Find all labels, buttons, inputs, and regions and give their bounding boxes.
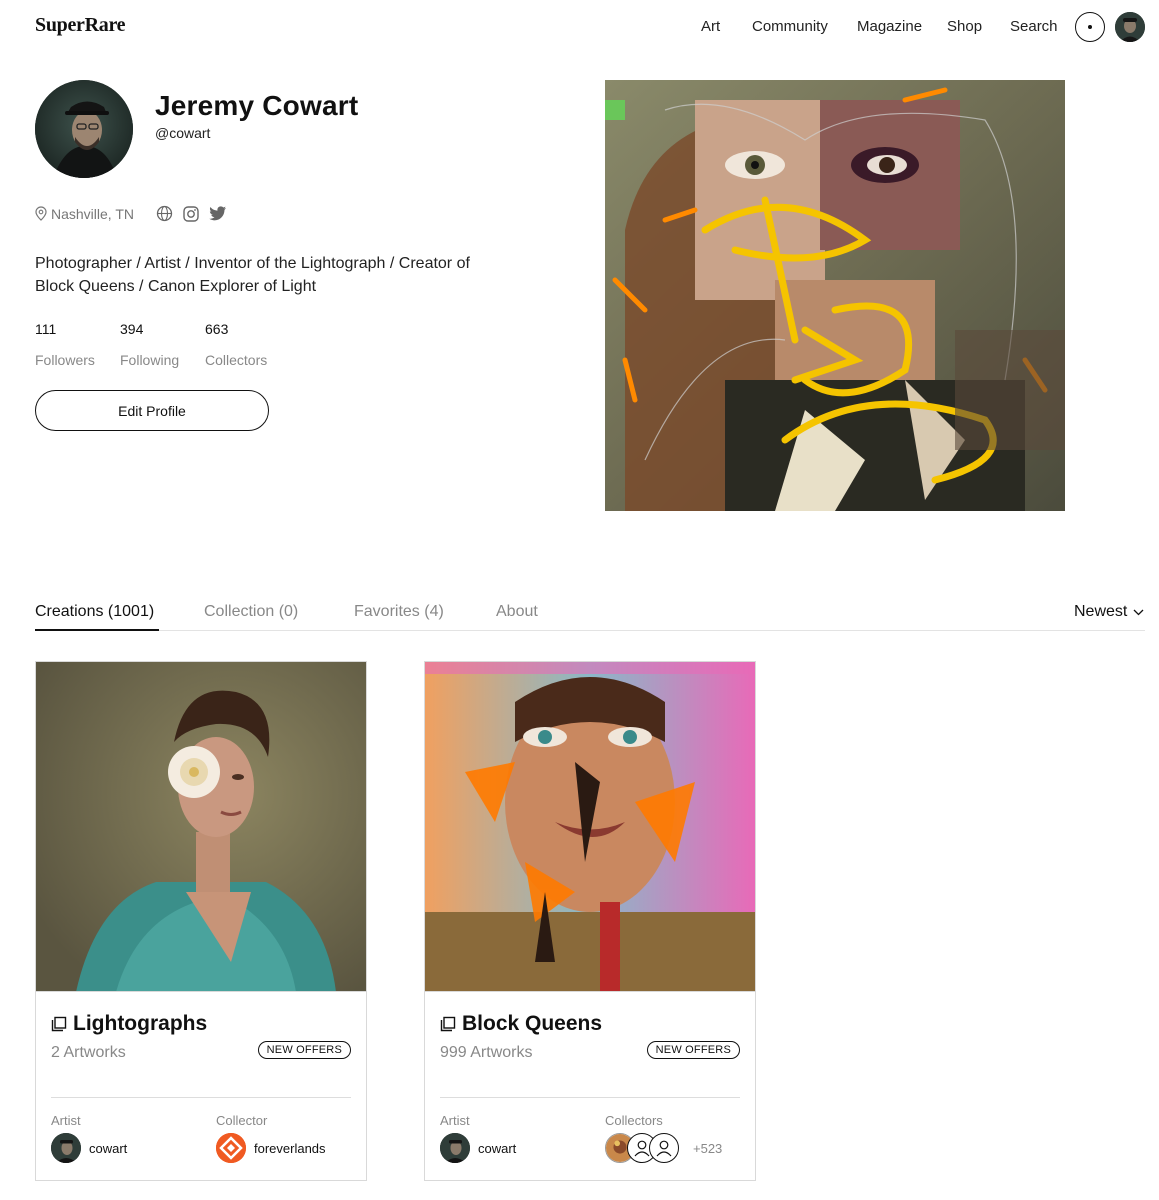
collector-label: Collector — [216, 1113, 268, 1128]
following-label[interactable]: Following — [120, 352, 179, 368]
location-text: Nashville, TN — [51, 205, 134, 222]
collection-card[interactable]: Block Queens 999 Artworks NEW OFFERS Art… — [424, 661, 756, 1181]
artist-label: Artist — [440, 1113, 470, 1128]
tab-about[interactable]: About — [496, 603, 538, 621]
artist-link[interactable]: cowart — [440, 1133, 516, 1163]
collector-avatar — [649, 1133, 679, 1163]
artist-avatar-image — [440, 1133, 470, 1163]
artist-avatar — [51, 1133, 81, 1163]
collectors-stack[interactable]: +523 — [605, 1133, 722, 1163]
artist-name: cowart — [89, 1140, 128, 1156]
chevron-down-icon — [1133, 609, 1144, 615]
card-title-text: Lightographs — [73, 1012, 208, 1035]
instagram-icon[interactable] — [183, 205, 199, 222]
tab-favorites[interactable]: Favorites (4) — [354, 603, 444, 621]
user-placeholder-icon — [656, 1140, 672, 1157]
nav-search[interactable]: Search — [1010, 18, 1058, 35]
edit-profile-button[interactable]: Edit Profile — [35, 390, 269, 431]
sort-dropdown[interactable]: Newest — [1074, 603, 1144, 621]
nav-art[interactable]: Art — [701, 18, 720, 35]
card-image[interactable] — [36, 662, 366, 992]
collectors-label[interactable]: Collectors — [205, 352, 267, 368]
collector-avatars — [605, 1133, 679, 1163]
artist-avatar — [440, 1133, 470, 1163]
featured-artwork-image — [605, 80, 1065, 511]
card-divider — [440, 1097, 740, 1098]
twitter-icon[interactable] — [209, 206, 227, 221]
tabs-divider — [35, 630, 1145, 631]
collection-card[interactable]: Lightographs 2 Artworks NEW OFFERS Artis… — [35, 661, 367, 1181]
card-title[interactable]: Block Queens — [440, 1012, 602, 1036]
block-queens-cover-image — [425, 662, 755, 991]
tab-creations[interactable]: Creations (1001) — [35, 603, 154, 621]
user-avatar[interactable] — [1115, 12, 1145, 42]
superrare-logo[interactable]: SuperRare — [35, 14, 126, 37]
collector-avatar — [216, 1133, 246, 1163]
artwork-count: 2 Artworks — [51, 1044, 126, 1061]
location-row: Nashville, TN — [35, 205, 227, 222]
artist-label: Artist — [51, 1113, 81, 1128]
profile-bio: Photographer / Artist / Inventor of the … — [35, 255, 470, 295]
location-pin-icon — [35, 206, 47, 221]
active-tab-indicator — [35, 629, 159, 631]
collection-stack-icon — [51, 1016, 67, 1032]
collection-stack-icon — [440, 1016, 456, 1032]
collectors-count[interactable]: 663 — [205, 321, 228, 337]
card-image[interactable] — [425, 662, 755, 992]
artist-avatar-image — [51, 1133, 81, 1163]
followers-count[interactable]: 111 — [35, 321, 56, 337]
sort-label: Newest — [1074, 603, 1128, 620]
foreverlands-logo-icon — [216, 1133, 246, 1163]
featured-artwork[interactable] — [605, 80, 1065, 511]
card-title-text: Block Queens — [462, 1012, 603, 1035]
artwork-count: 999 Artworks — [440, 1044, 533, 1061]
dot-icon — [1088, 25, 1092, 29]
collectors-label: Collectors — [605, 1113, 663, 1128]
nav-magazine[interactable]: Magazine — [857, 18, 922, 35]
nav-shop[interactable]: Shop — [947, 18, 982, 35]
social-links — [156, 205, 227, 222]
avatar-portrait — [1115, 12, 1145, 42]
card-title[interactable]: Lightographs — [51, 1012, 207, 1036]
profile-avatar — [35, 80, 133, 178]
profile-handle: @cowart — [155, 125, 211, 141]
collector-link[interactable]: foreverlands — [216, 1133, 326, 1163]
artist-link[interactable]: cowart — [51, 1133, 127, 1163]
new-offers-badge: NEW OFFERS — [646, 1041, 740, 1059]
following-count[interactable]: 394 — [120, 321, 143, 337]
tab-collection[interactable]: Collection (0) — [204, 603, 298, 621]
website-globe-icon[interactable] — [156, 205, 173, 222]
profile-portrait — [35, 80, 133, 178]
followers-label[interactable]: Followers — [35, 352, 95, 368]
card-divider — [51, 1097, 351, 1098]
collector-name: foreverlands — [254, 1140, 326, 1156]
more-collectors-count: +523 — [693, 1140, 723, 1156]
artist-name: cowart — [478, 1140, 517, 1156]
status-dot-button[interactable] — [1075, 12, 1105, 42]
profile-name: Jeremy Cowart — [155, 90, 359, 121]
new-offers-badge: NEW OFFERS — [257, 1041, 351, 1059]
lightographs-cover-image — [36, 662, 366, 991]
nav-community[interactable]: Community — [752, 18, 828, 35]
